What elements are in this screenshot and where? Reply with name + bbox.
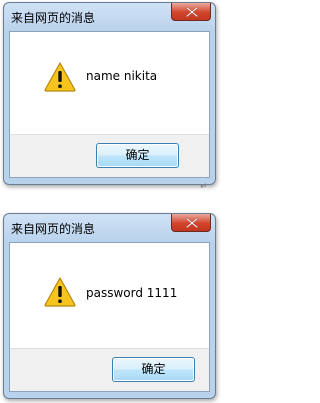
dialog-message: name nikita	[86, 69, 158, 83]
warning-icon	[44, 62, 76, 92]
dialog-footer: 确定	[10, 134, 209, 177]
ok-button[interactable]: 确定	[112, 357, 195, 382]
dialog-title: 来自网页的消息	[11, 11, 96, 25]
close-button[interactable]	[171, 3, 211, 21]
paragraph-mark: ↵	[200, 182, 208, 192]
dialog-title-bar[interactable]: 来自网页的消息	[4, 3, 215, 31]
dialog-body: name nikita 确定	[9, 31, 210, 178]
alert-dialog: 来自网页的消息 password 1111 确定	[3, 213, 216, 399]
dialog-title: 来自网页的消息	[11, 222, 96, 236]
close-icon	[186, 7, 198, 17]
close-icon	[186, 218, 198, 228]
ok-button[interactable]: 确定	[96, 143, 179, 168]
dialog-message: password 1111	[86, 286, 178, 300]
close-button[interactable]	[171, 214, 211, 232]
warning-icon	[44, 277, 76, 307]
dialog-footer: 确定	[10, 348, 209, 391]
dialog-title-bar[interactable]: 来自网页的消息	[4, 214, 215, 242]
alert-dialog: 来自网页的消息 name nikita 确定	[3, 2, 216, 185]
dialog-body: password 1111 确定	[9, 242, 210, 392]
